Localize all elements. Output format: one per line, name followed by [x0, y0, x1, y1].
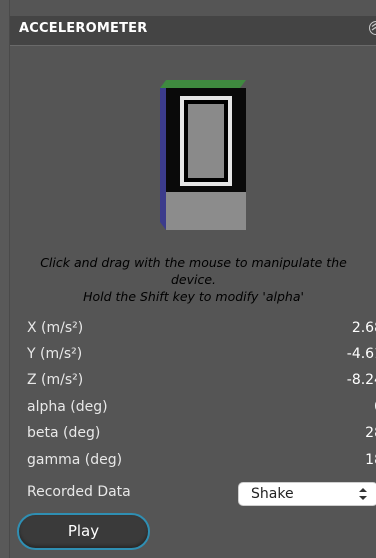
collapse-icon[interactable]	[369, 21, 376, 35]
select-arrows-icon	[359, 487, 367, 505]
panel-title: ACCELEROMETER	[19, 21, 148, 36]
reading-value: 18	[365, 452, 376, 468]
instruction-line-3: Hold the Shift key to modify 'alpha'	[83, 289, 304, 304]
panel-header: ACCELEROMETER	[10, 16, 376, 46]
device-3d-preview[interactable]	[160, 80, 252, 230]
reading-row-alpha: alpha (deg) 0	[27, 397, 376, 419]
play-button[interactable]: Play	[17, 513, 150, 550]
reading-value: 2.68	[351, 320, 376, 336]
reading-label: beta (deg)	[27, 425, 101, 441]
reading-row-y: Y (m/s²) -4.61	[27, 344, 376, 366]
recorded-data-label: Recorded Data	[27, 484, 131, 500]
reading-label: gamma (deg)	[27, 452, 123, 468]
reading-value: -8.24	[346, 372, 376, 388]
accelerometer-panel: ACCELEROMETER Click and drag with the mo…	[9, 0, 376, 558]
recorded-data-select[interactable]: Shake	[238, 482, 376, 506]
recorded-data-value: Shake	[251, 486, 294, 502]
reading-row-gamma: gamma (deg) 18	[27, 450, 376, 472]
instructions: Click and drag with the mouse to manipul…	[10, 254, 376, 305]
reading-row-z: Z (m/s²) -8.24	[27, 370, 376, 392]
reading-label: Y (m/s²)	[27, 346, 83, 362]
reading-row-beta: beta (deg) 28	[27, 423, 376, 445]
reading-row-x: X (m/s²) 2.68	[27, 318, 376, 340]
reading-value: -4.61	[346, 346, 376, 362]
reading-value: 28	[365, 425, 376, 441]
reading-label: X (m/s²)	[27, 320, 84, 336]
instruction-line-2: device.	[170, 272, 217, 287]
reading-label: alpha (deg)	[27, 399, 108, 415]
reading-label: Z (m/s²)	[27, 372, 84, 388]
instruction-line-1: Click and drag with the mouse to manipul…	[40, 255, 347, 270]
